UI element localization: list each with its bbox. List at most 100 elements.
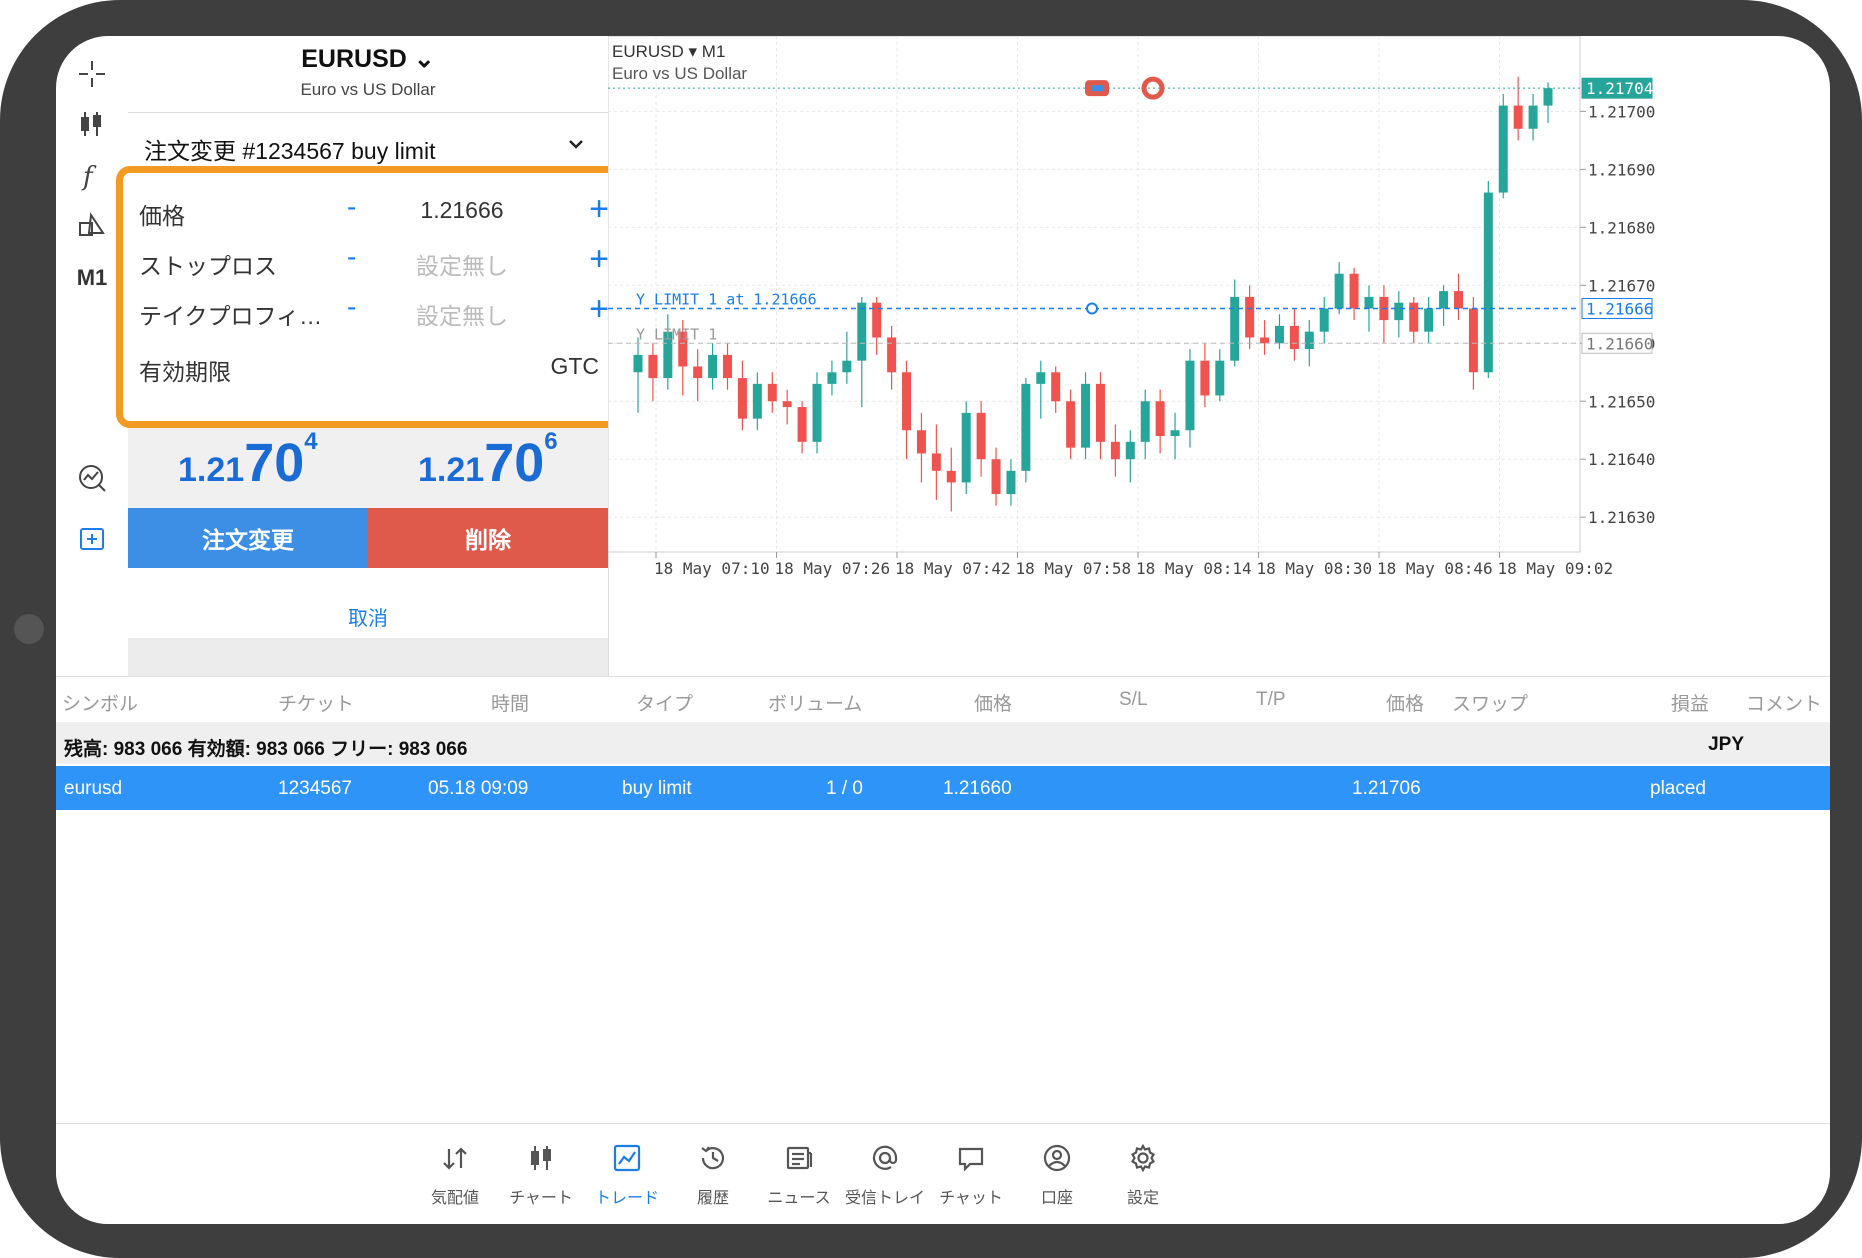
nav-settings[interactable]: 設定 (1093, 1136, 1193, 1208)
chart-canvas[interactable]: 1.21700 1.21690 1.21680 1.21670 1.21660 1.216… (608, 36, 1830, 676)
chevron-down-icon[interactable] (566, 134, 586, 160)
nav-trade[interactable]: トレード (577, 1136, 677, 1208)
trade-icon (577, 1136, 677, 1180)
price-input[interactable]: 1.21666 (397, 197, 527, 224)
signal-icon[interactable] (70, 456, 114, 500)
order-fields-highlight: 価格 - 1.21666 + ストップロス - 設定無し + テイクプロフィ… … (116, 166, 622, 428)
candle-body (842, 360, 852, 373)
price-decrease-button[interactable]: - (347, 191, 356, 223)
candle-body (1215, 360, 1225, 396)
order-title[interactable]: 注文変更 #1234567 buy limit (144, 132, 435, 166)
col-price[interactable]: 価格 (974, 689, 1012, 716)
col-ticket[interactable]: チケット (278, 689, 354, 716)
expiry-value[interactable]: GTC (550, 353, 599, 380)
candle-body (976, 412, 986, 460)
device-frame: f M1 EURUSD ⌄ Euro vs US Dollar 注文変更 #12… (0, 0, 1862, 1258)
candle-body (1185, 360, 1195, 431)
chart-type-icon[interactable] (70, 102, 114, 146)
row-ticket: 1234567 (278, 778, 352, 799)
trade-table-header: シンボル チケット 時間 タイプ ボリューム 価格 S/L T/P 価格 スワッ… (56, 676, 1830, 723)
candle-body (1036, 372, 1046, 384)
stop-loss-increase-button[interactable]: + (589, 239, 609, 279)
candle-body (752, 383, 762, 419)
chat-icon (921, 1136, 1021, 1180)
candle-body (887, 337, 897, 373)
news-icon (749, 1136, 849, 1180)
chevron-down-icon: ⌄ (413, 45, 435, 73)
take-profit-row: テイクプロフィ… - 設定無し + (139, 289, 609, 331)
mail-icon (835, 1136, 935, 1180)
candle-body (1304, 331, 1314, 350)
candle-body (1095, 383, 1105, 442)
take-profit-increase-button[interactable]: + (589, 289, 609, 329)
col-tp[interactable]: T/P (1256, 689, 1286, 711)
table-row[interactable]: eurusd 1234567 05.18 09:09 buy limit 1 /… (56, 766, 1830, 810)
candle-body (1483, 192, 1493, 373)
limit-price-tag: 1.21666 (1586, 299, 1653, 318)
take-profit-input[interactable]: 設定無し (397, 297, 527, 331)
original-line-label: Y LIMIT 1 (636, 325, 717, 343)
col-sl[interactable]: S/L (1119, 689, 1148, 711)
modify-order-button[interactable]: 注文変更 (128, 508, 368, 568)
candle-body (782, 401, 792, 408)
col-swap[interactable]: スワップ (1452, 689, 1528, 716)
balance-text: 残高: 983 066 有効額: 983 066 フリー: 983 066 (64, 739, 468, 760)
symbol-selector[interactable]: EURUSD ⌄ Euro vs US Dollar (128, 44, 608, 100)
home-button[interactable] (14, 614, 44, 644)
nav-chat[interactable]: チャット (921, 1136, 1021, 1208)
objects-icon[interactable] (70, 204, 114, 248)
candle-body (961, 412, 971, 483)
delete-order-button[interactable]: 削除 (368, 508, 608, 568)
take-profit-decrease-button[interactable]: - (347, 291, 356, 323)
candle-body (648, 354, 658, 379)
expiry-row[interactable]: 有効期限 GTC (139, 345, 599, 385)
col-current-price[interactable]: 価格 (1386, 689, 1424, 716)
candle-body (737, 378, 747, 419)
candle-body (1230, 296, 1240, 361)
candle-body (946, 470, 956, 483)
nav-mailbox[interactable]: 受信トレイ (835, 1136, 935, 1208)
chart-icon (491, 1136, 591, 1180)
col-time[interactable]: 時間 (491, 689, 529, 716)
nav-chart[interactable]: チャート (491, 1136, 591, 1208)
nav-history[interactable]: 履歴 (663, 1136, 763, 1208)
take-profit-label: テイクプロフィ… (139, 303, 323, 329)
candle-body (1453, 291, 1463, 309)
ask-price[interactable]: 1.21706 (418, 428, 558, 494)
price-chart[interactable]: 1.21700 1.21690 1.21680 1.21670 1.21660 1.216… (608, 36, 1830, 676)
quotes-icon (405, 1136, 505, 1180)
candle-body (1110, 441, 1120, 460)
x-tick-label: 18 May 07:10 (654, 559, 770, 578)
candle-body (1439, 291, 1449, 309)
timeframe-button[interactable]: M1 (70, 256, 114, 300)
candle-body (693, 366, 703, 379)
col-type[interactable]: タイプ (636, 689, 693, 716)
col-volume[interactable]: ボリューム (768, 689, 862, 716)
symbol-description: Euro vs US Dollar (300, 80, 436, 99)
account-icon (1007, 1136, 1107, 1180)
candle-body (1528, 105, 1538, 129)
new-order-icon[interactable] (70, 516, 114, 560)
nav-account[interactable]: 口座 (1007, 1136, 1107, 1208)
y-tick-label: 1.21690 (1588, 160, 1655, 179)
stop-loss-row: ストップロス - 設定無し + (139, 239, 609, 281)
nav-news[interactable]: ニュース (749, 1136, 849, 1208)
symbol-name: EURUSD (301, 45, 407, 73)
candle-body (1155, 401, 1165, 437)
col-symbol[interactable]: シンボル (62, 689, 138, 716)
x-tick-label: 18 May 08:14 (1136, 559, 1252, 578)
crosshair-icon[interactable] (70, 52, 114, 96)
bid-price[interactable]: 1.21704 (178, 428, 318, 494)
nav-quotes[interactable]: 気配値 (405, 1136, 505, 1208)
col-comment[interactable]: コメント (1746, 689, 1822, 716)
cancel-link[interactable]: 取消 (348, 608, 388, 630)
bottom-navigation: 気配値 チャート トレード 履歴 ニュース 受信トレイ チャット 口座 設定 (56, 1123, 1830, 1224)
price-increase-button[interactable]: + (589, 189, 609, 229)
stop-loss-decrease-button[interactable]: - (347, 241, 356, 273)
stop-loss-input[interactable]: 設定無し (397, 247, 527, 281)
indicators-icon[interactable]: f (70, 154, 114, 198)
col-profit[interactable]: 損益 (1671, 689, 1709, 716)
candle-body (1468, 308, 1478, 373)
balance-row: 残高: 983 066 有効額: 983 066 フリー: 983 066 JP… (56, 722, 1830, 764)
x-tick-label: 18 May 07:58 (1016, 559, 1132, 578)
